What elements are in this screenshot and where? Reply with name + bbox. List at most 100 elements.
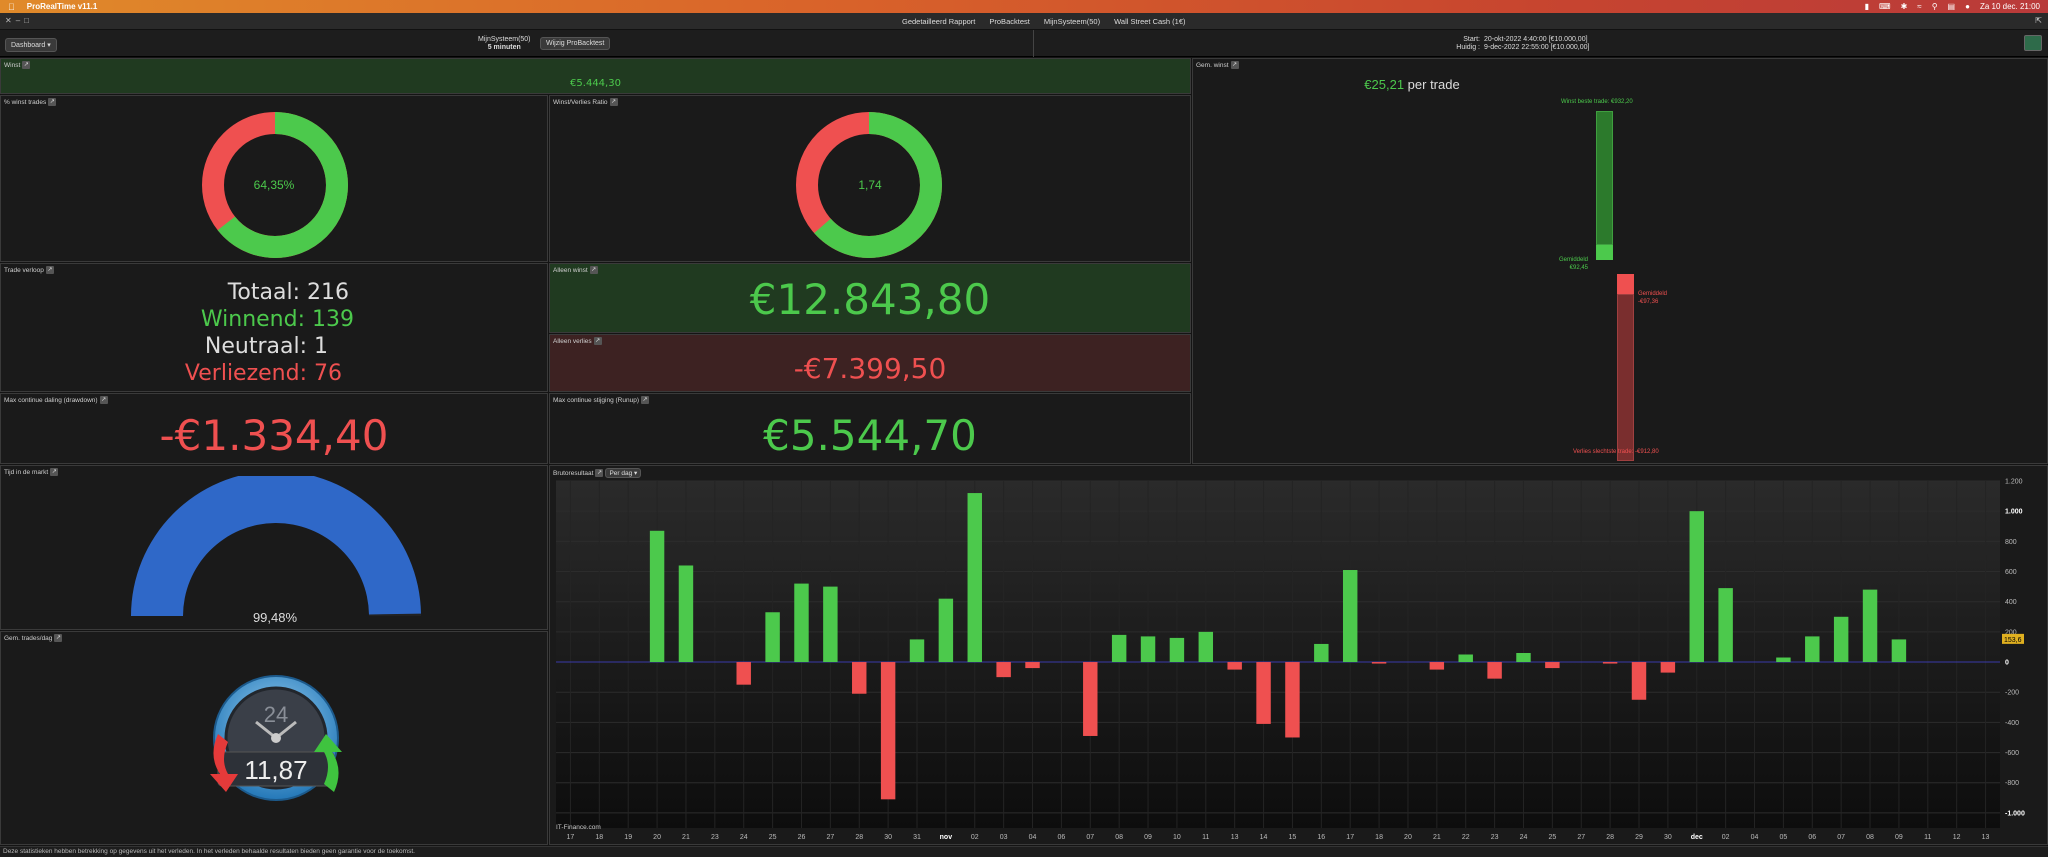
tab-wall-street[interactable]: Wall Street Cash (1€) xyxy=(1112,17,1187,26)
x-tick-label: 21 xyxy=(682,834,690,841)
y-tick-label: -400 xyxy=(2005,720,2019,727)
start-label: Start: xyxy=(1463,36,1480,43)
x-tick-label: 04 xyxy=(1029,834,1037,841)
bar xyxy=(909,639,925,663)
chart-icon[interactable] xyxy=(2024,35,2042,51)
bar xyxy=(678,565,694,663)
restore-icon[interactable]: □ xyxy=(24,16,29,25)
x-tick-label: 15 xyxy=(1289,834,1297,841)
y-tick-label: 600 xyxy=(2005,569,2017,576)
report-toolbar: Dashboard ▾ MijnSysteem(50) 5 minuten Wi… xyxy=(0,30,2048,57)
minimize-icon[interactable]: – xyxy=(16,16,20,25)
tijd-markt-value: 99,48% xyxy=(252,610,298,625)
bar xyxy=(1285,662,1300,738)
x-tick-label: 07 xyxy=(1086,834,1094,841)
totaal-row: Totaal: 216 xyxy=(228,280,349,305)
pin-icon[interactable]: ↗ xyxy=(22,61,31,69)
tab-gedetailleerd-rapport[interactable]: Gedetailleerd Rapport xyxy=(900,17,977,26)
bar xyxy=(1429,662,1445,670)
neutraal-value: 1 xyxy=(314,334,328,359)
mac-menu-bar:  ProRealTime v11.1 ▮ ⌨ ✱ ≈ ⚲ ▤ ● Za 10 … xyxy=(0,0,2048,13)
neutraal-row: Neutraal: 1 xyxy=(205,334,328,359)
control-center-icon[interactable]: ▤ xyxy=(1948,2,1956,11)
y-tick-label: 1.000 xyxy=(2005,509,2023,516)
x-tick-label: 27 xyxy=(1577,834,1585,841)
tijd-markt-title: Tijd in de markt xyxy=(4,468,49,476)
bar xyxy=(1111,634,1127,663)
max-runup-title: Max continue stijging (Runup) xyxy=(553,396,639,404)
worst-trade-label: Verlies slechtste trade: -€912,80 xyxy=(1573,449,1659,455)
x-tick-label: 31 xyxy=(913,834,921,841)
close-icon[interactable]: ✕ xyxy=(5,16,12,25)
y-tick-label: 400 xyxy=(2005,599,2017,606)
app-name[interactable]: ProRealTime v11.1 xyxy=(27,2,98,11)
footer-disclaimer: Deze statistieken hebben betrekking op g… xyxy=(0,846,2048,857)
winst-panel: Winst ↗ €5.444,30 xyxy=(0,58,1191,94)
max-drawdown-value: -€1.334,40 xyxy=(159,411,389,460)
x-tick-label: 21 xyxy=(1433,834,1441,841)
chart-watermark: IT-Finance.com xyxy=(556,824,601,831)
pin-icon[interactable]: ↗ xyxy=(609,98,618,106)
pin-icon[interactable]: ↗ xyxy=(589,266,598,274)
max-runup-value: €5.544,70 xyxy=(763,411,977,460)
dashboard-dropdown[interactable]: Dashboard ▾ xyxy=(5,38,57,52)
menu-clock[interactable]: Za 10 dec. 21:00 xyxy=(1980,2,2040,11)
x-tick-label: 18 xyxy=(595,834,603,841)
wv-ratio-panel: Winst/Verlies Ratio ↗ 1,74 xyxy=(549,95,1191,262)
tijd-markt-panel: Tijd in de markt ↗ 99,48% xyxy=(0,465,548,630)
pin-icon[interactable]: ↗ xyxy=(1230,61,1239,69)
pin-icon[interactable]: ↗ xyxy=(48,98,57,106)
brutoresultaat-chart: 1.2001.0008006004002000-200-400-600-800-… xyxy=(556,479,2025,841)
pin-icon[interactable]: ↗ xyxy=(45,266,54,274)
status-icon[interactable]: ▮ xyxy=(1865,2,1869,11)
totaal-label: Totaal: xyxy=(227,280,300,305)
x-tick-label: dec xyxy=(1691,834,1703,841)
siri-icon[interactable]: ● xyxy=(1965,2,1970,11)
best-trade-bar xyxy=(1596,111,1613,246)
x-tick-label: 13 xyxy=(1231,834,1239,841)
bar xyxy=(1718,588,1733,663)
neutraal-label: Neutraal: xyxy=(204,334,307,359)
x-tick-label: 14 xyxy=(1260,834,1268,841)
bar xyxy=(1660,662,1676,673)
bar xyxy=(1256,662,1271,724)
bar xyxy=(1198,631,1214,663)
avg-loss-label: Gemiddeld xyxy=(1638,291,1668,297)
tab-probacktest[interactable]: ProBacktest xyxy=(987,17,1031,26)
x-tick-label: 03 xyxy=(1000,834,1008,841)
pin-icon[interactable]: ↗ xyxy=(54,634,63,642)
pin-icon[interactable]: ↗ xyxy=(50,468,59,476)
bar xyxy=(823,586,838,663)
y-tick-label: 0 xyxy=(2005,660,2009,667)
gem-trades-title: Gem. trades/dag xyxy=(4,634,53,642)
search-icon[interactable]: ⚲ xyxy=(1932,2,1938,11)
winst-value: €5.444,30 xyxy=(570,78,621,89)
keyboard-icon[interactable]: ⌨ xyxy=(1879,2,1891,11)
y-tick-label: -200 xyxy=(2005,690,2019,697)
pin-icon[interactable]: ↗ xyxy=(641,396,649,404)
pct-winst-title: % winst trades xyxy=(4,98,47,106)
backtest-dates: Start: 20-okt-2022 4:40:00 [€10.000,00] H… xyxy=(1450,36,1589,52)
x-tick-label: 12 xyxy=(1953,834,1961,841)
gauge-clock-icon: 24 11,87 xyxy=(210,675,342,801)
x-tick-label: 30 xyxy=(1664,834,1672,841)
x-tick-label: 09 xyxy=(1144,834,1152,841)
wijzig-probacktest-button[interactable]: Wijzig ProBacktest xyxy=(540,37,611,50)
x-tick-label: 11 xyxy=(1924,834,1931,841)
bluetooth-icon[interactable]: ✱ xyxy=(1901,2,1908,11)
x-tick-label: 23 xyxy=(1491,834,1499,841)
pin-icon[interactable]: ↗ xyxy=(593,337,602,345)
per-trade-label: per trade xyxy=(1407,77,1460,92)
trade-verloop-panel: Trade verloop ↗ Totaal: 216 Winnend: 139 … xyxy=(0,263,548,392)
avg-win-bar xyxy=(1596,245,1613,260)
tab-mijnsysteem[interactable]: MijnSysteem(50) xyxy=(1042,17,1102,26)
bar xyxy=(1891,639,1907,663)
system-name: MijnSysteem(50) xyxy=(478,36,531,43)
share-icon[interactable]: ⇱ xyxy=(2035,16,2042,25)
wv-ratio-title: Winst/Verlies Ratio xyxy=(553,98,608,106)
wifi-icon[interactable]: ≈ xyxy=(1917,2,1921,11)
bar xyxy=(1833,616,1849,663)
x-tick-label: 28 xyxy=(855,834,863,841)
apple-icon[interactable]:  xyxy=(8,2,15,12)
pin-icon[interactable]: ↗ xyxy=(99,396,108,404)
